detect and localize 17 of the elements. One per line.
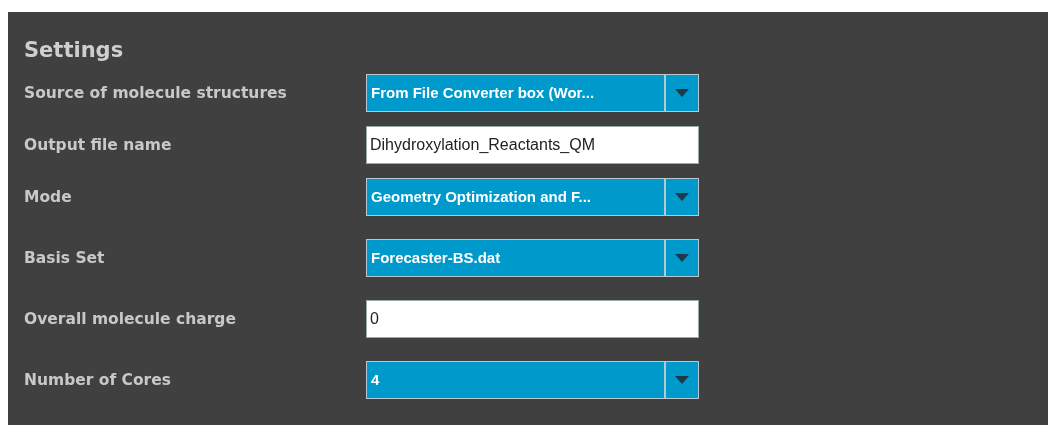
input-field[interactable]: 0 <box>366 300 699 338</box>
caret-icon <box>675 89 689 97</box>
caret-icon <box>675 254 689 262</box>
input-field[interactable]: Dihydroxylation_Reactants_QM <box>366 126 699 164</box>
dropdown[interactable]: Geometry Optimization and F... <box>366 178 699 216</box>
field-label: Output file name <box>24 136 173 154</box>
dropdown[interactable]: 4 <box>366 361 699 399</box>
field-label: Basis Set <box>24 249 106 267</box>
field-label: Mode <box>24 188 73 206</box>
field-label: Number of Cores <box>24 371 172 389</box>
dropdown[interactable]: From File Converter box (Wor... <box>366 74 699 112</box>
panel-title: Settings <box>24 38 125 62</box>
field-label: Source of molecule structures <box>24 84 288 102</box>
caret-icon <box>675 376 689 384</box>
caret-icon <box>675 193 689 201</box>
dropdown[interactable]: Forecaster-BS.dat <box>366 239 699 277</box>
field-label: Overall molecule charge <box>24 310 237 328</box>
